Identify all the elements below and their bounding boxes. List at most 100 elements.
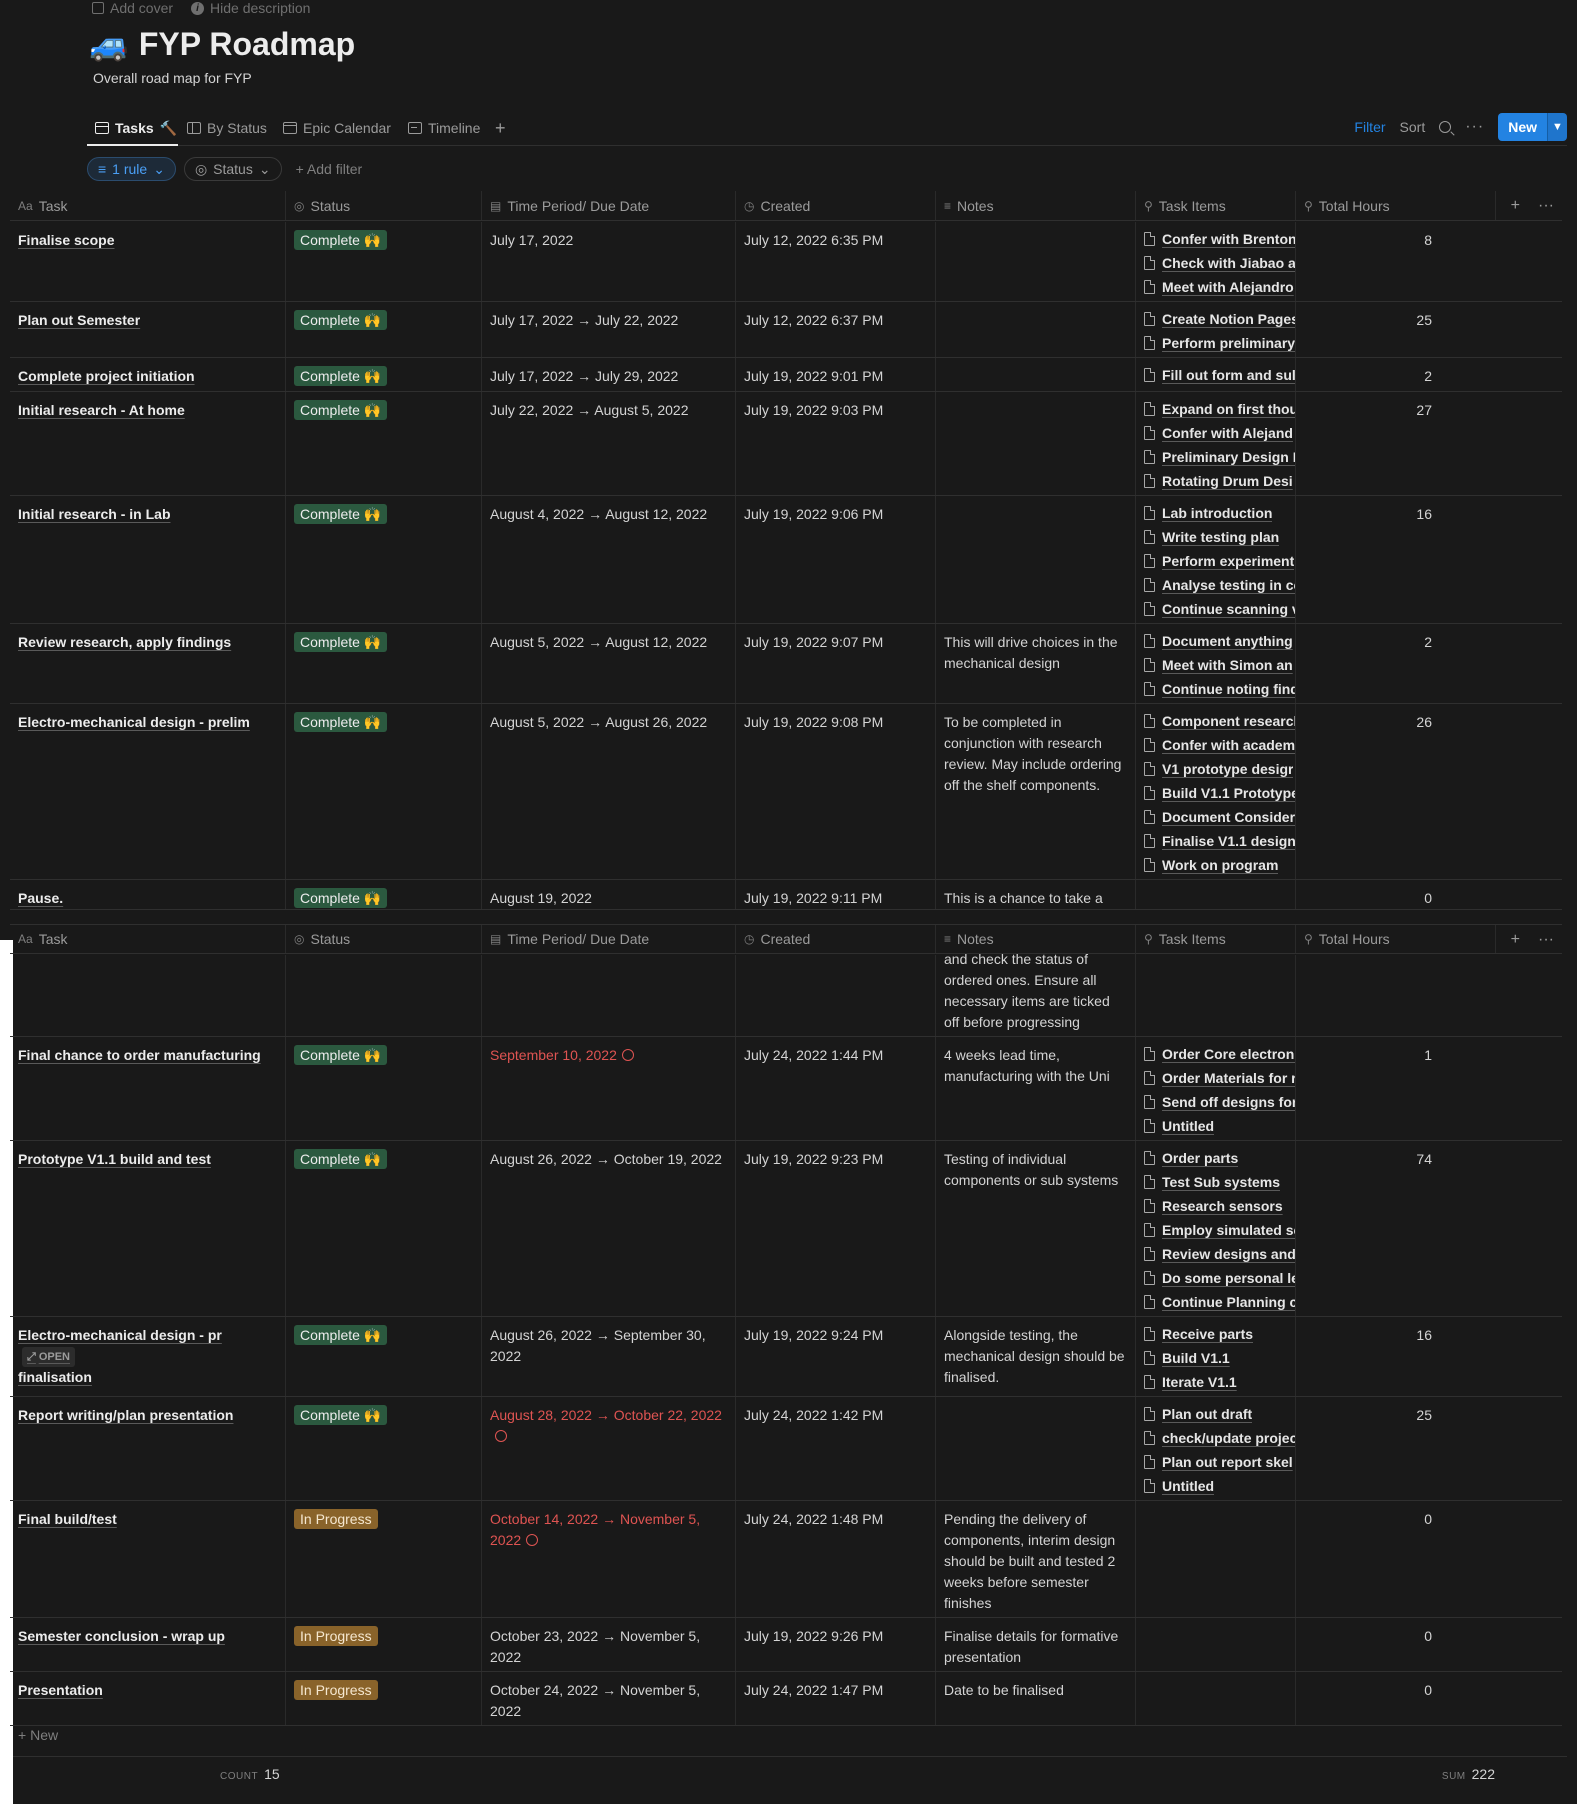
created-cell[interactable]: July 19, 2022 9:24 PM <box>736 1317 936 1396</box>
task-item-link[interactable]: Perform experiment <box>1144 549 1295 573</box>
table-row[interactable]: Plan out Semester Complete 🙌 July 17, 2022… <box>10 302 1562 358</box>
notes-cell[interactable]: To be completed in conjunction with rese… <box>936 704 1136 879</box>
page-title[interactable]: FYP Roadmap <box>139 24 355 64</box>
task-item-link[interactable]: Perform preliminary <box>1144 331 1295 355</box>
rule-filter-chip[interactable]: ≡ 1 rule ⌄ <box>87 157 176 181</box>
task-items-cell[interactable] <box>1136 1672 1296 1725</box>
sum-calculation[interactable]: SUM 222 <box>1442 1766 1495 1782</box>
status-badge[interactable]: Complete 🙌 <box>294 1149 388 1169</box>
task-title[interactable]: Pause. <box>18 890 63 906</box>
task-item-link[interactable]: Iterate V1.1 <box>1144 1370 1295 1394</box>
tab-by-status[interactable]: By Status <box>187 116 267 140</box>
status-badge[interactable]: Complete 🙌 <box>294 1405 388 1425</box>
notes-cell[interactable] <box>936 358 1136 391</box>
notes-cell[interactable]: Pending the delivery of components, inte… <box>936 1501 1136 1617</box>
table-row[interactable]: and check the status of ordered ones. En… <box>10 949 1562 1037</box>
status-badge[interactable]: Complete 🙌 <box>294 1045 388 1065</box>
status-badge[interactable]: Complete 🙌 <box>294 632 388 652</box>
task-items-cell[interactable]: Lab introduction Write testing plan Perfor… <box>1136 496 1296 623</box>
notes-cell[interactable]: This is a chance to take a <box>936 880 1136 909</box>
status-filter-chip[interactable]: ◎ Status ⌄ <box>183 157 282 181</box>
task-item-link[interactable]: Employ simulated se <box>1144 1218 1295 1242</box>
task-cell[interactable]: Review research, apply findings <box>10 624 286 703</box>
filter-button[interactable]: Filter <box>1354 119 1385 135</box>
created-cell[interactable]: July 24, 2022 1:42 PM <box>736 1397 936 1500</box>
new-record-button[interactable]: New ▼ <box>1498 113 1567 141</box>
add-filter-button[interactable]: + Add filter <box>296 161 363 177</box>
more-options-icon[interactable]: ··· <box>1538 931 1554 949</box>
add-view-button[interactable]: + <box>495 116 506 140</box>
more-options-icon[interactable]: ··· <box>1538 197 1554 215</box>
notes-cell[interactable]: Date to be finalised <box>936 1672 1136 1725</box>
date-cell[interactable]: October 14, 2022 → November 5, 2022 <box>482 1501 736 1617</box>
tab-tasks[interactable]: Tasks 🔨 <box>95 116 177 140</box>
table-row[interactable]: Initial research - At home Complete 🙌 July… <box>10 392 1562 496</box>
task-item-link[interactable]: Lab introduction <box>1144 501 1295 525</box>
tab-epic-calendar[interactable]: Epic Calendar <box>283 116 391 140</box>
task-items-cell[interactable]: Component researcl Confer with academ V1 p… <box>1136 704 1296 879</box>
status-cell[interactable]: Complete 🙌 <box>286 496 482 623</box>
tab-timeline[interactable]: Timeline <box>408 116 480 140</box>
task-item-link[interactable]: Expand on first thou <box>1144 397 1295 421</box>
task-item-link[interactable]: Send off designs for <box>1144 1090 1295 1114</box>
more-options-icon[interactable]: ··· <box>1465 118 1484 136</box>
column-header-items[interactable]: ⚲ Task Items <box>1136 925 1296 953</box>
created-cell[interactable]: July 24, 2022 1:47 PM <box>736 1672 936 1725</box>
date-cell[interactable]: September 10, 2022 <box>482 1037 736 1140</box>
task-item-link[interactable]: Preliminary Design I <box>1144 445 1295 469</box>
task-title-continued[interactable]: finalisation <box>18 1369 92 1385</box>
date-cell[interactable]: August 28, 2022 → October 22, 2022 <box>482 1397 736 1500</box>
column-header-notes[interactable]: ≡ Notes <box>936 191 1136 220</box>
created-cell[interactable]: July 19, 2022 9:26 PM <box>736 1618 936 1671</box>
status-badge[interactable]: Complete 🙌 <box>294 400 388 420</box>
date-cell[interactable]: August 4, 2022 → August 12, 2022 <box>482 496 736 623</box>
date-cell[interactable]: July 17, 2022 → July 22, 2022 <box>482 302 736 357</box>
created-cell[interactable]: July 12, 2022 6:35 PM <box>736 222 936 301</box>
task-item-link[interactable]: check/update projec <box>1144 1426 1295 1450</box>
task-item-link[interactable]: Meet with Alejandro <box>1144 275 1295 299</box>
task-title[interactable]: Electro-mechanical design - pr <box>18 1327 222 1343</box>
date-cell[interactable]: August 26, 2022 → September 30, 2022 <box>482 1317 736 1396</box>
column-header-status[interactable]: ◎ Status <box>286 191 482 220</box>
column-header-hours[interactable]: ⚲ Total Hours <box>1296 925 1496 953</box>
task-title[interactable]: Prototype V1.1 build and test <box>18 1151 211 1167</box>
task-title[interactable]: Plan out Semester <box>18 312 140 328</box>
task-cell[interactable]: Electro-mechanical design - pr ⤢ OPEN final… <box>10 1317 286 1396</box>
task-items-cell[interactable]: Order parts Test Sub systems Research sens… <box>1136 1141 1296 1316</box>
task-title[interactable]: Semester conclusion - wrap up <box>18 1628 225 1644</box>
task-cell[interactable]: Report writing/plan presentation <box>10 1397 286 1500</box>
date-cell[interactable]: October 24, 2022 → November 5, 2022 <box>482 1672 736 1725</box>
status-cell[interactable]: Complete 🙌 <box>286 1317 482 1396</box>
task-item-link[interactable]: Document Considera <box>1144 805 1295 829</box>
date-cell[interactable]: August 5, 2022 → August 12, 2022 <box>482 624 736 703</box>
status-cell[interactable]: Complete 🙌 <box>286 880 482 909</box>
column-header-date[interactable]: ▤ Time Period/ Due Date <box>482 191 736 220</box>
task-items-cell[interactable]: Plan out draft check/update projec Plan ou… <box>1136 1397 1296 1500</box>
column-header-date[interactable]: ▤ Time Period/ Due Date <box>482 925 736 953</box>
task-item-link[interactable]: V1 prototype desigr <box>1144 757 1295 781</box>
date-cell[interactable]: August 19, 2022 <box>482 880 736 909</box>
status-cell[interactable]: Complete 🙌 <box>286 222 482 301</box>
task-cell[interactable]: Initial research - in Lab <box>10 496 286 623</box>
task-cell[interactable]: Plan out Semester <box>10 302 286 357</box>
column-header-items[interactable]: ⚲ Task Items <box>1136 191 1296 220</box>
status-badge[interactable]: Complete 🙌 <box>294 504 388 524</box>
add-property-icon[interactable]: + <box>1511 197 1520 215</box>
table-row[interactable]: Prototype V1.1 build and test Complete 🙌 A… <box>10 1141 1562 1317</box>
notes-cell[interactable] <box>936 1397 1136 1500</box>
date-cell[interactable]: August 26, 2022 → October 19, 2022 <box>482 1141 736 1316</box>
search-icon[interactable] <box>1439 121 1452 133</box>
task-items-cell[interactable]: Expand on first thou Confer with Alejand P… <box>1136 392 1296 495</box>
table-row[interactable]: Final chance to order manufacturing Compl… <box>10 1037 1562 1141</box>
task-item-link[interactable]: Do some personal le <box>1144 1266 1295 1290</box>
notes-cell[interactable]: and check the status of ordered ones. En… <box>936 949 1136 1036</box>
task-cell[interactable]: Final build/test <box>10 1501 286 1617</box>
task-items-cell[interactable]: Receive parts Build V1.1 Iterate V1.1 <box>1136 1317 1296 1396</box>
task-item-link[interactable]: Write testing plan <box>1144 525 1295 549</box>
task-item-link[interactable]: Order Materials for r <box>1144 1066 1295 1090</box>
task-item-link[interactable]: Untitled <box>1144 1474 1295 1498</box>
date-cell[interactable]: July 17, 2022 <box>482 222 736 301</box>
task-item-link[interactable]: Untitled <box>1144 1114 1295 1138</box>
task-items-cell[interactable]: Fill out form and sul <box>1136 358 1296 391</box>
task-title[interactable]: Initial research - in Lab <box>18 506 171 522</box>
